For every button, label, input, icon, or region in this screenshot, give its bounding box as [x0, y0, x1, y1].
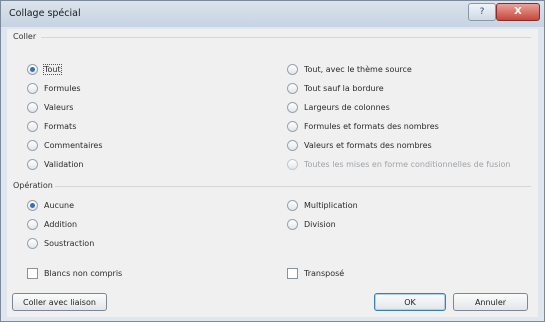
radio-label: Valeurs et formats des nombres: [304, 140, 432, 150]
radio-division[interactable]: Division: [287, 218, 336, 230]
radio-indicator: [27, 158, 38, 170]
radio-formules-formats-nombres[interactable]: Formules et formats des nombres: [287, 120, 439, 132]
radio-label: Formules et formats des nombres: [304, 121, 439, 131]
radio-indicator: [27, 63, 38, 75]
radio-label: Multiplication: [304, 200, 358, 210]
radio-label: Addition: [44, 219, 78, 229]
title-bar[interactable]: Collage spécial ? X: [1, 1, 544, 27]
radio-indicator: [27, 139, 38, 151]
radio-indicator: [27, 237, 38, 249]
radio-tout-sauf-bordure[interactable]: Tout sauf la bordure: [287, 82, 384, 94]
radio-label: Commentaires: [44, 140, 103, 150]
checkbox-indicator: [287, 267, 298, 279]
radio-label: Aucune: [44, 200, 75, 210]
checkbox-label: Blancs non compris: [44, 268, 123, 278]
radio-tout-theme-source[interactable]: Tout, avec le thème source: [287, 63, 412, 75]
section-label-coller: Coller: [13, 32, 37, 41]
radio-validation[interactable]: Validation: [27, 158, 84, 170]
radio-indicator: [287, 63, 298, 75]
radio-addition[interactable]: Addition: [27, 218, 77, 230]
radio-label: Largeurs de colonnes: [304, 102, 390, 112]
dialog-title: Collage spécial: [9, 8, 81, 19]
radio-label: Formats: [44, 121, 77, 131]
paste-special-dialog: Collage spécial ? X Coller Tout Formules…: [0, 0, 545, 322]
section-divider: [55, 186, 531, 187]
radio-label: Division: [304, 219, 336, 229]
radio-indicator: [27, 218, 38, 230]
ok-button[interactable]: OK: [374, 293, 446, 311]
radio-indicator: [27, 82, 38, 94]
radio-label: Validation: [44, 159, 84, 169]
radio-indicator: [287, 158, 298, 170]
checkbox-blancs-non-compris[interactable]: Blancs non compris: [27, 267, 122, 279]
radio-label: Formules: [44, 83, 81, 93]
radio-indicator: [287, 101, 298, 113]
checkbox-indicator: [27, 267, 38, 279]
radio-indicator: [27, 199, 38, 211]
radio-indicator: [287, 82, 298, 94]
radio-commentaires[interactable]: Commentaires: [27, 139, 103, 151]
dialog-body: Coller Tout Formules Valeurs Formats Com…: [7, 29, 538, 317]
help-button[interactable]: ?: [468, 3, 496, 21]
close-button[interactable]: X: [496, 3, 540, 21]
radio-indicator: [287, 218, 298, 230]
radio-indicator: [27, 120, 38, 132]
radio-formules[interactable]: Formules: [27, 82, 81, 94]
section-divider: [41, 37, 531, 38]
radio-label: Tout sauf la bordure: [304, 83, 384, 93]
checkbox-transpose[interactable]: Transposé: [287, 267, 344, 279]
radio-label: Valeurs: [44, 102, 74, 112]
radio-valeurs-formats-nombres[interactable]: Valeurs et formats des nombres: [287, 139, 432, 151]
radio-mises-en-forme-conditionnelles: Toutes les mises en forme conditionnelle…: [287, 158, 510, 170]
radio-formats[interactable]: Formats: [27, 120, 76, 132]
radio-soustraction[interactable]: Soustraction: [27, 237, 94, 249]
radio-indicator: [287, 120, 298, 132]
section-label-operation: Opération: [13, 181, 53, 190]
cancel-button[interactable]: Annuler: [453, 293, 528, 311]
radio-label: Soustraction: [44, 238, 95, 248]
radio-tout[interactable]: Tout: [27, 63, 62, 75]
radio-label: Tout, avec le thème source: [304, 64, 412, 74]
radio-indicator: [287, 199, 298, 211]
checkbox-label: Transposé: [304, 268, 345, 278]
radio-indicator: [287, 139, 298, 151]
radio-aucune[interactable]: Aucune: [27, 199, 74, 211]
radio-indicator: [27, 101, 38, 113]
radio-label: Toutes les mises en forme conditionnelle…: [304, 159, 511, 169]
paste-link-button[interactable]: Coller avec liaison: [12, 293, 107, 311]
radio-valeurs[interactable]: Valeurs: [27, 101, 73, 113]
radio-label: Tout: [43, 63, 62, 75]
radio-largeurs-colonnes[interactable]: Largeurs de colonnes: [287, 101, 390, 113]
radio-multiplication[interactable]: Multiplication: [287, 199, 358, 211]
